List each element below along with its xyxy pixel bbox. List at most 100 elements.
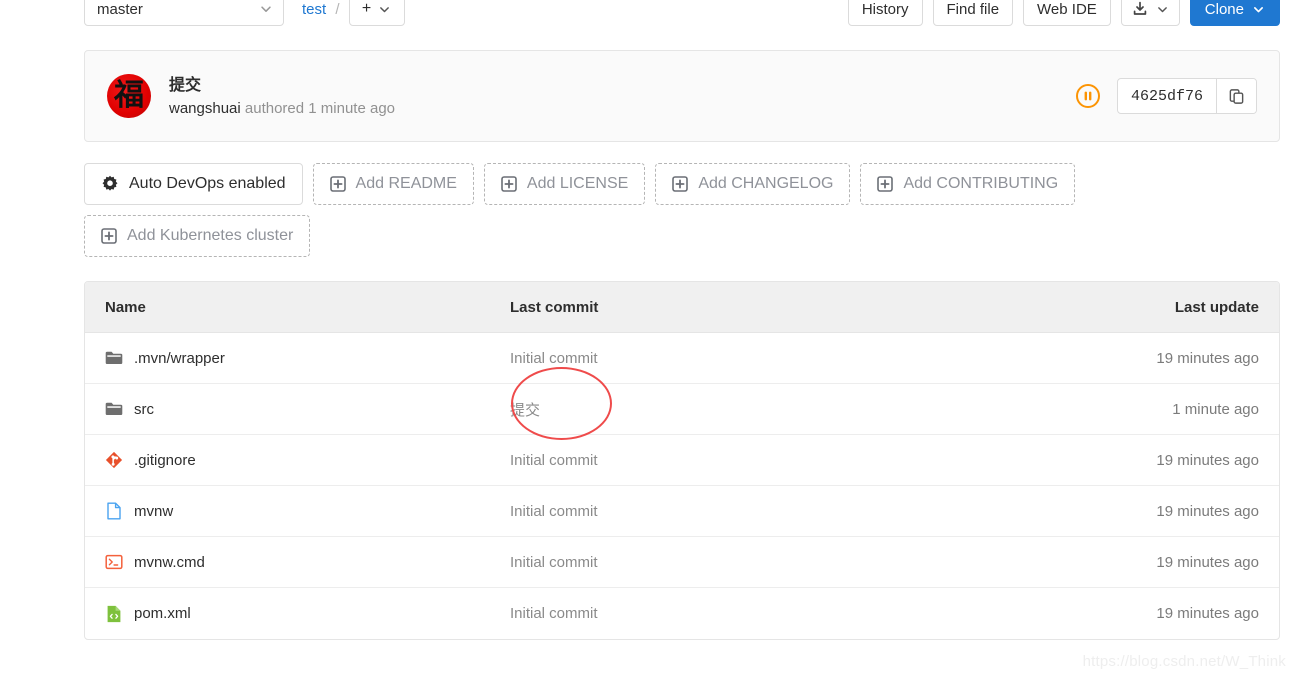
branch-selector-label: master bbox=[97, 0, 143, 18]
add-license-button[interactable]: Add LICENSE bbox=[483, 163, 646, 205]
file-name-cell: src bbox=[85, 400, 510, 418]
add-contributing-label: Add CONTRIBUTING bbox=[903, 175, 1059, 192]
plus-icon: + bbox=[361, 0, 372, 17]
breadcrumb: test / bbox=[302, 1, 345, 18]
file-name-cell: mvnw bbox=[85, 502, 510, 520]
last-commit-cell[interactable]: 提交 bbox=[510, 399, 1066, 420]
add-changelog-button[interactable]: Add CHANGELOG bbox=[655, 163, 851, 205]
commit-meta: 提交 wangshuai authored 1 minute ago bbox=[169, 75, 395, 117]
clone-button[interactable]: Clone bbox=[1189, 0, 1280, 26]
add-changelog-label: Add CHANGELOG bbox=[698, 175, 834, 192]
last-commit-cell[interactable]: Initial commit bbox=[510, 554, 1066, 571]
add-readme-button[interactable]: Add README bbox=[312, 163, 474, 205]
add-kubernetes-cluster-label: Add Kubernetes cluster bbox=[127, 227, 294, 244]
plus-square-icon bbox=[672, 176, 689, 192]
xml-file-icon bbox=[107, 605, 121, 622]
column-header-last-commit: Last commit bbox=[510, 298, 599, 316]
commit-title[interactable]: 提交 bbox=[169, 75, 395, 97]
console-file-icon bbox=[105, 554, 123, 570]
chevron-down-icon bbox=[380, 6, 390, 12]
chevron-down-icon bbox=[261, 6, 271, 12]
table-row[interactable]: mvnw Initial commit 19 minutes ago bbox=[85, 486, 1279, 537]
table-row[interactable]: .gitignore Initial commit 19 minutes ago bbox=[85, 435, 1279, 486]
commit-author-link[interactable]: wangshuai bbox=[169, 100, 241, 117]
repository-toolbar: master test / + History Find file Web ID… bbox=[0, 0, 1308, 32]
copy-icon bbox=[1229, 88, 1244, 104]
file-name-link[interactable]: .gitignore bbox=[134, 452, 196, 469]
chevron-down-icon bbox=[1157, 6, 1167, 12]
copy-sha-button[interactable] bbox=[1216, 79, 1256, 113]
folder-icon bbox=[105, 402, 123, 415]
download-icon bbox=[1133, 1, 1147, 15]
last-commit-cell[interactable]: Initial commit bbox=[510, 503, 1066, 520]
file-name-link[interactable]: mvnw.cmd bbox=[134, 554, 205, 571]
table-row[interactable]: pom.xml Initial commit 19 minutes ago bbox=[85, 588, 1279, 639]
chevron-down-icon bbox=[1254, 6, 1263, 12]
commit-byline: wangshuai authored 1 minute ago bbox=[169, 100, 395, 117]
text-file-icon bbox=[107, 502, 121, 520]
plus-square-icon bbox=[329, 176, 346, 192]
add-readme-label: Add README bbox=[355, 175, 457, 192]
history-button-label: History bbox=[861, 0, 909, 18]
folder-icon bbox=[105, 351, 123, 364]
watermark: https://blog.csdn.net/W_Think bbox=[1082, 653, 1286, 670]
table-row[interactable]: mvnw.cmd Initial commit 19 minutes ago bbox=[85, 537, 1279, 588]
avatar-glyph: 福 bbox=[114, 78, 144, 113]
file-name-link[interactable]: src bbox=[134, 401, 154, 418]
last-update-cell: 19 minutes ago bbox=[1156, 451, 1259, 469]
table-row[interactable]: .mvn/wrapper Initial commit 19 minutes a… bbox=[85, 333, 1279, 384]
commit-right-group: 4625df76 bbox=[1075, 78, 1257, 114]
history-button[interactable]: History bbox=[847, 0, 923, 26]
plus-square-icon bbox=[877, 176, 894, 192]
add-contributing-button[interactable]: Add CONTRIBUTING bbox=[860, 163, 1076, 205]
avatar[interactable]: 福 bbox=[107, 74, 151, 118]
column-header-name: Name bbox=[105, 298, 146, 316]
gear-icon bbox=[102, 175, 118, 191]
add-kubernetes-cluster-button[interactable]: Add Kubernetes cluster bbox=[84, 215, 311, 257]
plus-square-icon bbox=[101, 228, 117, 244]
add-license-label: Add LICENSE bbox=[526, 175, 629, 192]
breadcrumb-separator: / bbox=[335, 0, 340, 18]
last-commit-cell[interactable]: Initial commit bbox=[510, 605, 1066, 622]
file-name-cell: .gitignore bbox=[85, 451, 510, 469]
repository-page: master test / + History Find file Web ID… bbox=[0, 0, 1308, 678]
repository-quick-actions: Auto DevOps enabled Add README Add LICEN… bbox=[84, 163, 1284, 267]
web-ide-button[interactable]: Web IDE bbox=[1023, 0, 1111, 26]
file-name-cell: .mvn/wrapper bbox=[85, 349, 510, 367]
commit-sha-group: 4625df76 bbox=[1116, 78, 1257, 114]
commit-authored-text: authored bbox=[244, 99, 305, 117]
toolbar-left-group: master test / + bbox=[0, 0, 405, 26]
file-name-cell: mvnw.cmd bbox=[85, 553, 510, 571]
file-name-link[interactable]: pom.xml bbox=[134, 605, 191, 622]
commit-sha[interactable]: 4625df76 bbox=[1118, 79, 1216, 113]
find-file-button[interactable]: Find file bbox=[932, 0, 1014, 26]
pause-status-icon[interactable] bbox=[1075, 83, 1101, 109]
table-row[interactable]: src 提交 1 minute ago bbox=[85, 384, 1279, 435]
commit-time: 1 minute ago bbox=[308, 99, 396, 117]
web-ide-button-label: Web IDE bbox=[1037, 0, 1097, 18]
latest-commit-card: 福 提交 wangshuai authored 1 minute ago 462… bbox=[84, 50, 1280, 142]
download-dropdown-button[interactable] bbox=[1120, 0, 1180, 26]
toolbar-right-group: History Find file Web IDE Clone bbox=[847, 0, 1308, 26]
last-commit-cell[interactable]: Initial commit bbox=[510, 350, 1066, 367]
last-update-cell: 19 minutes ago bbox=[1156, 553, 1259, 571]
git-file-icon bbox=[105, 451, 123, 469]
auto-devops-button[interactable]: Auto DevOps enabled bbox=[84, 163, 303, 205]
last-update-cell: 19 minutes ago bbox=[1156, 502, 1259, 520]
column-header-last-update: Last update bbox=[1174, 298, 1259, 316]
quick-actions-row-2: Add Kubernetes cluster bbox=[84, 215, 1284, 257]
file-name-cell: pom.xml bbox=[85, 605, 510, 623]
breadcrumb-project-link[interactable]: test bbox=[302, 1, 326, 18]
add-to-tree-button[interactable]: + bbox=[348, 0, 405, 26]
table-header-row: Name Last commit Last update bbox=[85, 282, 1279, 333]
last-update-cell: 19 minutes ago bbox=[1156, 605, 1259, 622]
last-commit-cell[interactable]: Initial commit bbox=[510, 452, 1066, 469]
repository-file-table: Name Last commit Last update .mvn/wrappe… bbox=[84, 281, 1280, 640]
branch-selector[interactable]: master bbox=[84, 0, 284, 26]
auto-devops-label: Auto DevOps enabled bbox=[129, 175, 286, 192]
file-name-link[interactable]: .mvn/wrapper bbox=[134, 350, 225, 367]
plus-square-icon bbox=[501, 176, 517, 192]
file-name-link[interactable]: mvnw bbox=[134, 503, 173, 520]
find-file-button-label: Find file bbox=[946, 0, 1000, 18]
last-update-cell: 19 minutes ago bbox=[1156, 349, 1259, 367]
